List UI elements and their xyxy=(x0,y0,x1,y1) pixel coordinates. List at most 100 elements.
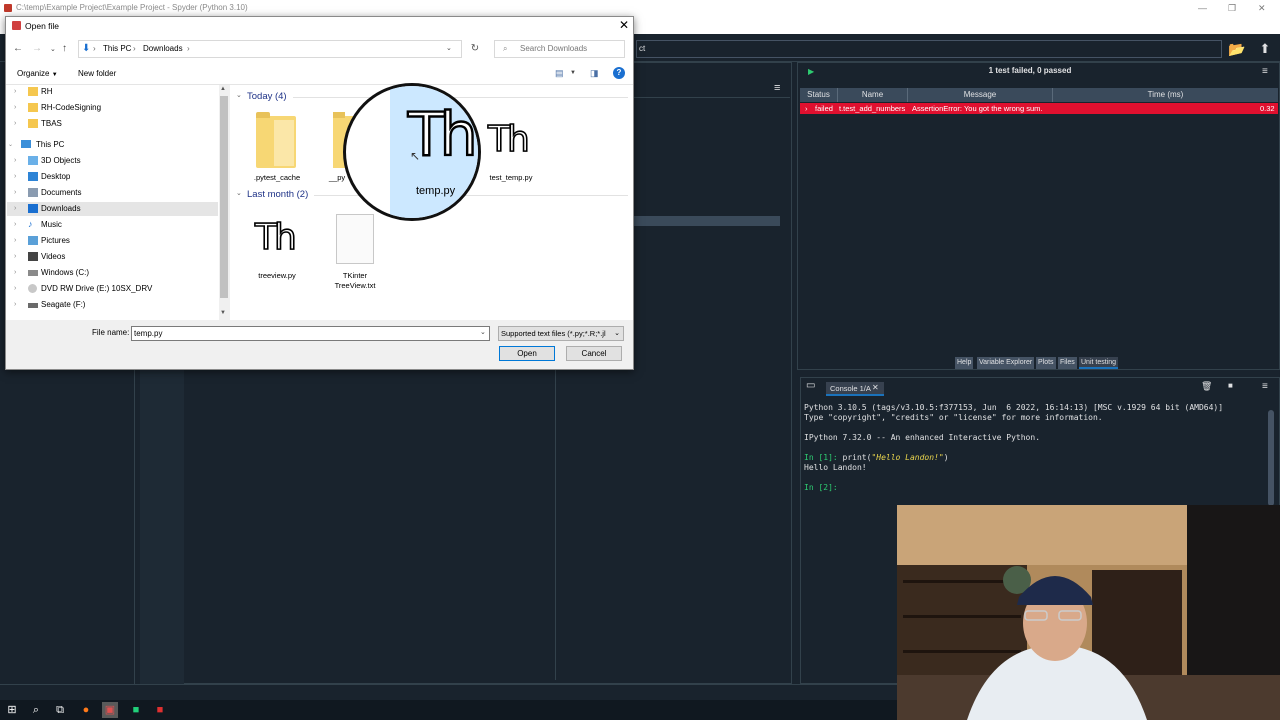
stop-icon[interactable]: ■ xyxy=(1228,381,1233,390)
nav-item-dvd-drive[interactable]: › DVD RW Drive (E:) 10SX_DRV xyxy=(14,282,214,296)
console-browse-icon[interactable]: ▭ xyxy=(806,380,815,391)
nav-item-this-pc[interactable]: ⌄ This PC xyxy=(8,138,214,152)
chevron-right-icon[interactable]: › xyxy=(14,298,16,312)
nav-item-music[interactable]: › ♪ Music xyxy=(14,218,214,232)
working-directory-combo[interactable]: ct xyxy=(636,40,1222,58)
close-console-tab-icon[interactable]: ✕ xyxy=(872,383,879,392)
close-window-icon[interactable]: ✕ xyxy=(1258,0,1266,16)
console-scrollbar[interactable] xyxy=(1268,410,1274,506)
maximize-icon[interactable]: ❐ xyxy=(1228,0,1236,16)
tab-unit-testing[interactable]: Unit testing xyxy=(1079,357,1119,369)
nav-item-tbas[interactable]: › TBAS xyxy=(14,117,214,131)
chevron-down-icon[interactable]: ⌄ xyxy=(236,91,242,99)
file-item-test-temp-py[interactable]: test_temp.py xyxy=(481,173,541,183)
nav-item-label: 3D Objects xyxy=(41,156,81,165)
chevron-right-icon[interactable]: › xyxy=(14,154,16,168)
file-item-temp-py[interactable]: temp.py xyxy=(416,185,455,197)
chevron-right-icon[interactable]: › xyxy=(187,41,190,57)
new-folder-button[interactable]: New folder xyxy=(78,69,116,78)
close-icon[interactable]: ✕ xyxy=(619,18,629,32)
nav-item-videos[interactable]: › Videos xyxy=(14,250,214,264)
recorder-icon[interactable]: ■ xyxy=(152,702,168,718)
column-status[interactable]: Status xyxy=(800,88,838,102)
column-time[interactable]: Time (ms) xyxy=(1053,88,1278,102)
tab-variable-explorer[interactable]: Variable Explorer xyxy=(977,357,1035,369)
file-name-label: File name: xyxy=(92,328,130,337)
chevron-right-icon[interactable]: › xyxy=(14,266,16,280)
nav-item-rh-codesigning[interactable]: › RH-CodeSigning xyxy=(14,101,214,115)
chevron-down-icon[interactable]: ▼ xyxy=(570,70,576,76)
chevron-right-icon[interactable]: › xyxy=(14,101,16,115)
up-arrow-icon[interactable]: ↑ xyxy=(62,43,67,54)
tab-help[interactable]: Help xyxy=(955,357,974,369)
scrollbar-thumb[interactable] xyxy=(220,96,228,298)
help-icon[interactable]: ? xyxy=(613,67,625,79)
chevron-right-icon[interactable]: › xyxy=(14,202,16,216)
chevron-right-icon[interactable]: › xyxy=(14,250,16,264)
column-message[interactable]: Message xyxy=(908,88,1053,102)
nav-item-desktop[interactable]: › Desktop xyxy=(14,170,214,184)
breadcrumb-this-pc[interactable]: This PC xyxy=(103,41,131,57)
nav-item-rh[interactable]: › RH xyxy=(14,85,214,99)
run-tests-icon[interactable]: ▶ xyxy=(808,67,814,76)
group-header-last-month[interactable]: Last month (2) xyxy=(247,189,308,200)
windows-start-icon[interactable]: ⊞ xyxy=(4,702,20,718)
file-item-tkinter-treeview-txt[interactable]: TKinter TreeView.txt xyxy=(325,271,385,291)
change-view-icon[interactable]: ▤ xyxy=(555,68,564,79)
search-input[interactable]: ⌕ Search Downloads xyxy=(494,40,625,58)
nav-item-windows-c[interactable]: › Windows (C:) xyxy=(14,266,214,280)
minimize-icon[interactable]: — xyxy=(1198,0,1207,16)
nav-item-pictures[interactable]: › Pictures xyxy=(14,234,214,248)
file-item-pytest-cache[interactable]: .pytest_cache xyxy=(247,173,307,183)
chevron-right-icon[interactable]: › xyxy=(14,218,16,232)
spyder-taskbar-icon[interactable]: ▣ xyxy=(102,702,118,718)
open-button[interactable]: Open xyxy=(499,346,555,361)
chevron-right-icon[interactable]: › xyxy=(14,117,16,131)
scroll-down-icon[interactable]: ▼ xyxy=(220,310,226,316)
preview-pane-icon[interactable]: ◨ xyxy=(590,68,599,79)
group-header-today[interactable]: Today (4) xyxy=(247,91,287,102)
address-dropdown-icon[interactable]: ⌄ xyxy=(446,41,452,57)
chevron-right-icon[interactable]: › xyxy=(14,282,16,296)
file-type-select[interactable]: Supported text files (*.py;*.R;*.jl ⌄ xyxy=(498,326,624,341)
nav-item-downloads[interactable]: › Downloads xyxy=(7,202,218,216)
editor-options-icon[interactable]: ≡ xyxy=(774,82,780,94)
search-icon[interactable]: ⌕ xyxy=(28,702,44,718)
nav-item-documents[interactable]: › Documents xyxy=(14,186,214,200)
refresh-icon[interactable]: ↻ xyxy=(466,40,484,58)
chevron-right-icon[interactable]: › xyxy=(14,170,16,184)
task-view-icon[interactable]: ⧉ xyxy=(52,702,68,718)
organize-button[interactable]: Organize ▼ xyxy=(17,69,58,78)
cancel-button[interactable]: Cancel xyxy=(566,346,622,361)
console-output[interactable]: Python 3.10.5 (tags/v3.10.5:f377153, Jun… xyxy=(804,403,1264,493)
trash-icon[interactable]: 🗑 xyxy=(1201,381,1212,392)
tab-plots[interactable]: Plots xyxy=(1036,357,1056,369)
console-options-icon[interactable]: ≡ xyxy=(1262,381,1268,392)
browse-folder-icon[interactable]: 📂 xyxy=(1228,40,1246,58)
file-item-treeview-py[interactable]: treeview.py xyxy=(247,271,307,281)
recent-locations-icon[interactable]: ⌄ xyxy=(50,45,56,53)
tab-files[interactable]: Files xyxy=(1058,357,1077,369)
chevron-right-icon[interactable]: › xyxy=(14,234,16,248)
chevron-right-icon[interactable]: › xyxy=(14,85,16,99)
unit-testing-options-icon[interactable]: ≡ xyxy=(1262,66,1268,77)
column-name[interactable]: Name xyxy=(838,88,908,102)
chevron-right-icon[interactable]: › xyxy=(14,186,16,200)
scroll-up-icon[interactable]: ▲ xyxy=(220,86,226,92)
chevron-down-icon[interactable]: ⌄ xyxy=(480,328,486,336)
nav-item-3d-objects[interactable]: › 3D Objects xyxy=(14,154,214,168)
test-result-row[interactable]: › failed t.test_add_numbers AssertionErr… xyxy=(800,103,1278,114)
breadcrumb-downloads[interactable]: Downloads xyxy=(143,41,183,57)
parent-directory-icon[interactable]: ⬆ xyxy=(1256,40,1274,58)
forward-arrow-icon[interactable]: → xyxy=(32,43,42,54)
firefox-icon[interactable]: ● xyxy=(78,702,94,718)
file-name-input[interactable]: temp.py xyxy=(131,326,490,341)
chevron-down-icon[interactable]: ⌄ xyxy=(236,189,242,197)
pycharm-icon[interactable]: ■ xyxy=(128,702,144,718)
nav-item-seagate-f[interactable]: › Seagate (F:) xyxy=(14,298,214,312)
chevron-down-icon[interactable]: ⌄ xyxy=(8,138,13,152)
back-arrow-icon[interactable]: ← xyxy=(13,43,23,54)
expand-arrow-icon[interactable]: › xyxy=(805,103,808,114)
test-name: t.test_add_numbers xyxy=(839,104,906,113)
address-bar[interactable]: ⬇ › This PC › Downloads › ⌄ xyxy=(78,40,462,58)
